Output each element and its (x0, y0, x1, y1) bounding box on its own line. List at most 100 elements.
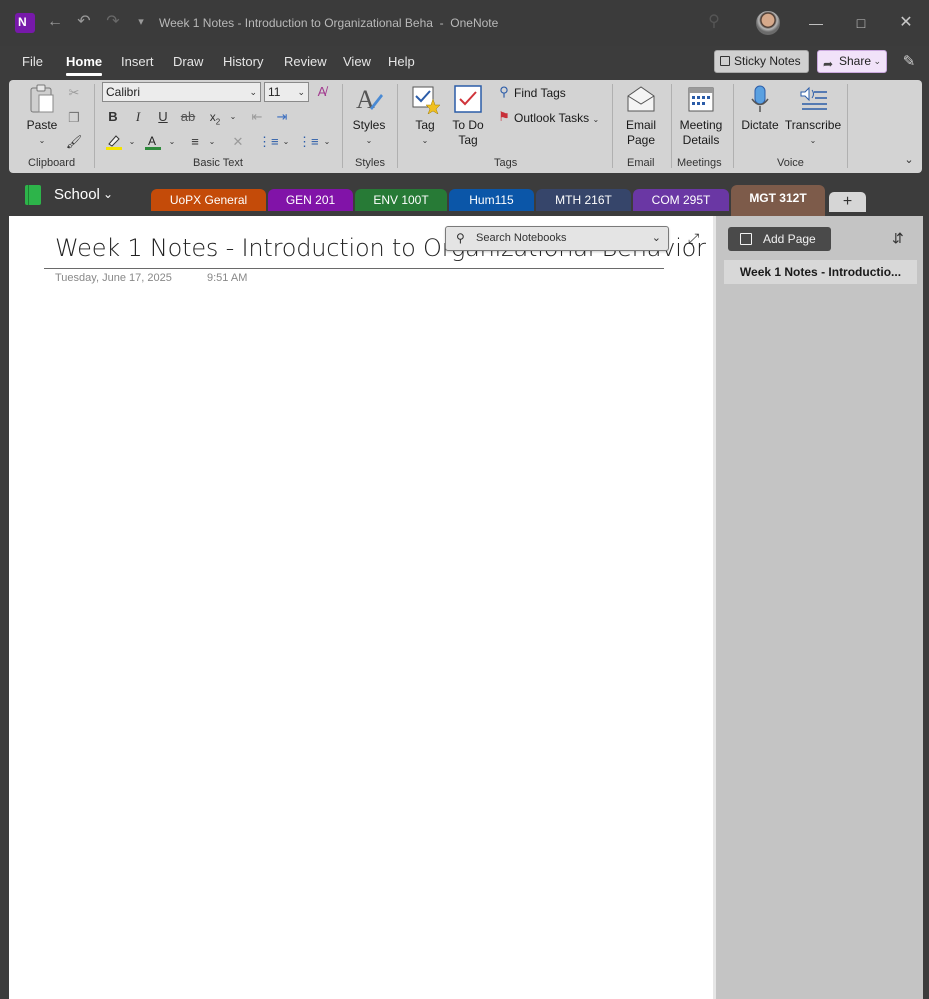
sticky-notes-button[interactable]: Sticky Notes (714, 50, 809, 73)
increase-indent-icon[interactable]: ⇥ (273, 108, 291, 126)
tab-home[interactable]: Home (66, 54, 102, 69)
tag-dropdown-icon: ⌄ (421, 136, 429, 145)
transcribe-icon (800, 86, 827, 110)
section-tab-mgt-312t[interactable]: MGT 312T (731, 185, 825, 216)
add-section-button[interactable]: + (829, 192, 866, 212)
styles-button[interactable]: A Styles ⌄ (351, 84, 387, 148)
underline-icon[interactable]: U (154, 108, 172, 126)
close-icon[interactable]: ✕ (891, 10, 921, 36)
search-icon[interactable]: ⚲ (704, 12, 724, 32)
search-notebooks-input[interactable]: ⚲ Search Notebooks ⌄ (445, 226, 669, 251)
styles-icon: A (356, 85, 383, 114)
numbering-icon[interactable]: ⋮≡ (298, 133, 319, 151)
minimize-icon[interactable]: — (801, 10, 831, 36)
bullets-dropdown-icon[interactable]: ⌄ (277, 133, 295, 151)
transcribe-dropdown-icon: ⌄ (809, 136, 817, 145)
dictate-button[interactable]: Dictate (740, 84, 780, 133)
group-separator (671, 84, 672, 168)
tab-draw[interactable]: Draw (173, 54, 203, 69)
group-separator (342, 84, 343, 168)
bullets-icon[interactable]: ⋮≡ (258, 133, 279, 151)
find-tags-icon: ⚲ (499, 84, 509, 99)
styles-dropdown-icon: ⌄ (365, 136, 373, 145)
sticky-notes-label: Sticky Notes (734, 54, 801, 68)
clear-formatting-icon[interactable]: A̸ (313, 83, 331, 101)
page-list-item[interactable]: Week 1 Notes - Introductio... (724, 260, 917, 284)
meeting-details-button[interactable]: Meeting Details (677, 84, 725, 148)
email-icon (627, 86, 655, 112)
strikethrough-icon[interactable]: ab (179, 108, 197, 126)
section-tab-hum115[interactable]: Hum115 (449, 189, 534, 211)
font-size-dropdown[interactable]: 11 ⌄ (264, 82, 309, 102)
subscript-dropdown-icon[interactable]: ⌄ (224, 108, 242, 126)
todo-label-line1: To Do (452, 118, 484, 132)
customize-quick-access-icon[interactable]: ▾ (131, 12, 151, 32)
share-icon: ➦ (823, 57, 834, 71)
section-tab-env-100t[interactable]: ENV 100T (355, 189, 447, 211)
section-tab-mth-216t[interactable]: MTH 216T (536, 189, 631, 211)
group-label-voice: Voice (777, 157, 804, 169)
tab-insert[interactable]: Insert (121, 54, 154, 69)
find-tags-button[interactable]: Find Tags (514, 86, 566, 100)
window-title: Week 1 Notes - Introduction to Organizat… (159, 16, 499, 30)
app-name: OneNote (450, 16, 499, 30)
page-canvas[interactable]: Week 1 Notes - Introduction to Organizat… (9, 216, 713, 999)
sticky-note-icon (720, 56, 730, 66)
search-icon: ⚲ (456, 231, 465, 245)
highlight-icon[interactable] (105, 133, 123, 151)
highlight-dropdown-icon[interactable]: ⌄ (123, 133, 141, 151)
active-tab-indicator (66, 73, 102, 76)
paste-button[interactable]: Paste ⌄ (25, 84, 59, 148)
tab-review[interactable]: Review (284, 54, 327, 69)
transcribe-button[interactable]: Transcribe ⌄ (784, 84, 842, 148)
notebook-switcher[interactable]: School (54, 186, 100, 203)
maximize-icon[interactable]: □ (846, 10, 876, 36)
redo-icon[interactable]: ↷ (103, 12, 123, 32)
paste-dropdown-icon[interactable]: ⌄ (25, 133, 59, 148)
font-family-dropdown[interactable]: Calibri ⌄ (102, 82, 261, 102)
subscript-icon[interactable]: x2 (206, 108, 224, 126)
format-painter-icon[interactable]: 🖌 (65, 133, 83, 151)
section-tab-com-295t[interactable]: COM 295T (633, 189, 729, 211)
align-icon[interactable]: ≡ (186, 133, 204, 151)
paste-icon (30, 84, 54, 113)
page-time: 9:51 AM (207, 272, 248, 284)
tab-file[interactable]: File (22, 54, 43, 69)
section-tab-uopx-general[interactable]: UoPX General (151, 189, 266, 211)
add-page-button[interactable]: Add Page (728, 227, 831, 251)
copy-icon[interactable]: ❐ (65, 109, 83, 127)
font-color-dropdown-icon[interactable]: ⌄ (163, 133, 181, 151)
collapse-ribbon-icon[interactable]: ⌄ (900, 151, 918, 169)
tab-help[interactable]: Help (388, 54, 415, 69)
outlook-tasks-button[interactable]: Outlook Tasks ⌄ (514, 111, 599, 125)
todo-tag-button[interactable]: To Do Tag (451, 84, 485, 148)
todo-label-line2: Tag (458, 133, 478, 147)
share-button[interactable]: ➦ Share ⌄ (817, 50, 887, 73)
back-icon[interactable]: ← (45, 12, 65, 32)
chevron-down-icon[interactable]: ⌄ (103, 187, 113, 201)
bold-icon[interactable]: B (104, 108, 122, 126)
tag-button[interactable]: Tag ⌄ (407, 84, 443, 148)
section-tab-gen-201[interactable]: GEN 201 (268, 189, 353, 211)
title-bar: ← ↶ ↷ ▾ Week 1 Notes - Introduction to O… (0, 0, 929, 46)
email-page-button[interactable]: Email Page (623, 84, 659, 148)
cut-icon[interactable]: ✂ (65, 84, 83, 102)
italic-icon[interactable]: I (129, 108, 147, 126)
tab-history[interactable]: History (223, 54, 263, 69)
chevron-down-icon[interactable]: ⌄ (652, 231, 661, 244)
document-title: Week 1 Notes - Introduction to Organizat… (159, 16, 433, 30)
todo-checkbox-icon (454, 85, 482, 113)
expand-icon[interactable]: ⤢ (688, 230, 699, 247)
sort-icon[interactable]: ⇵ (892, 230, 904, 247)
microphone-icon (751, 85, 769, 112)
feedback-icon[interactable]: ✎ (900, 52, 918, 70)
font-color-icon[interactable]: A (144, 133, 162, 151)
numbering-dropdown-icon[interactable]: ⌄ (318, 133, 336, 151)
tag-icon (412, 86, 441, 115)
decrease-indent-icon[interactable]: ⇤ (248, 108, 266, 126)
undo-icon[interactable]: ↶ (74, 12, 94, 32)
avatar[interactable] (756, 11, 780, 35)
tab-view[interactable]: View (343, 54, 371, 69)
align-dropdown-icon[interactable]: ⌄ (203, 133, 221, 151)
clear-icon[interactable]: ✕ (229, 133, 247, 151)
